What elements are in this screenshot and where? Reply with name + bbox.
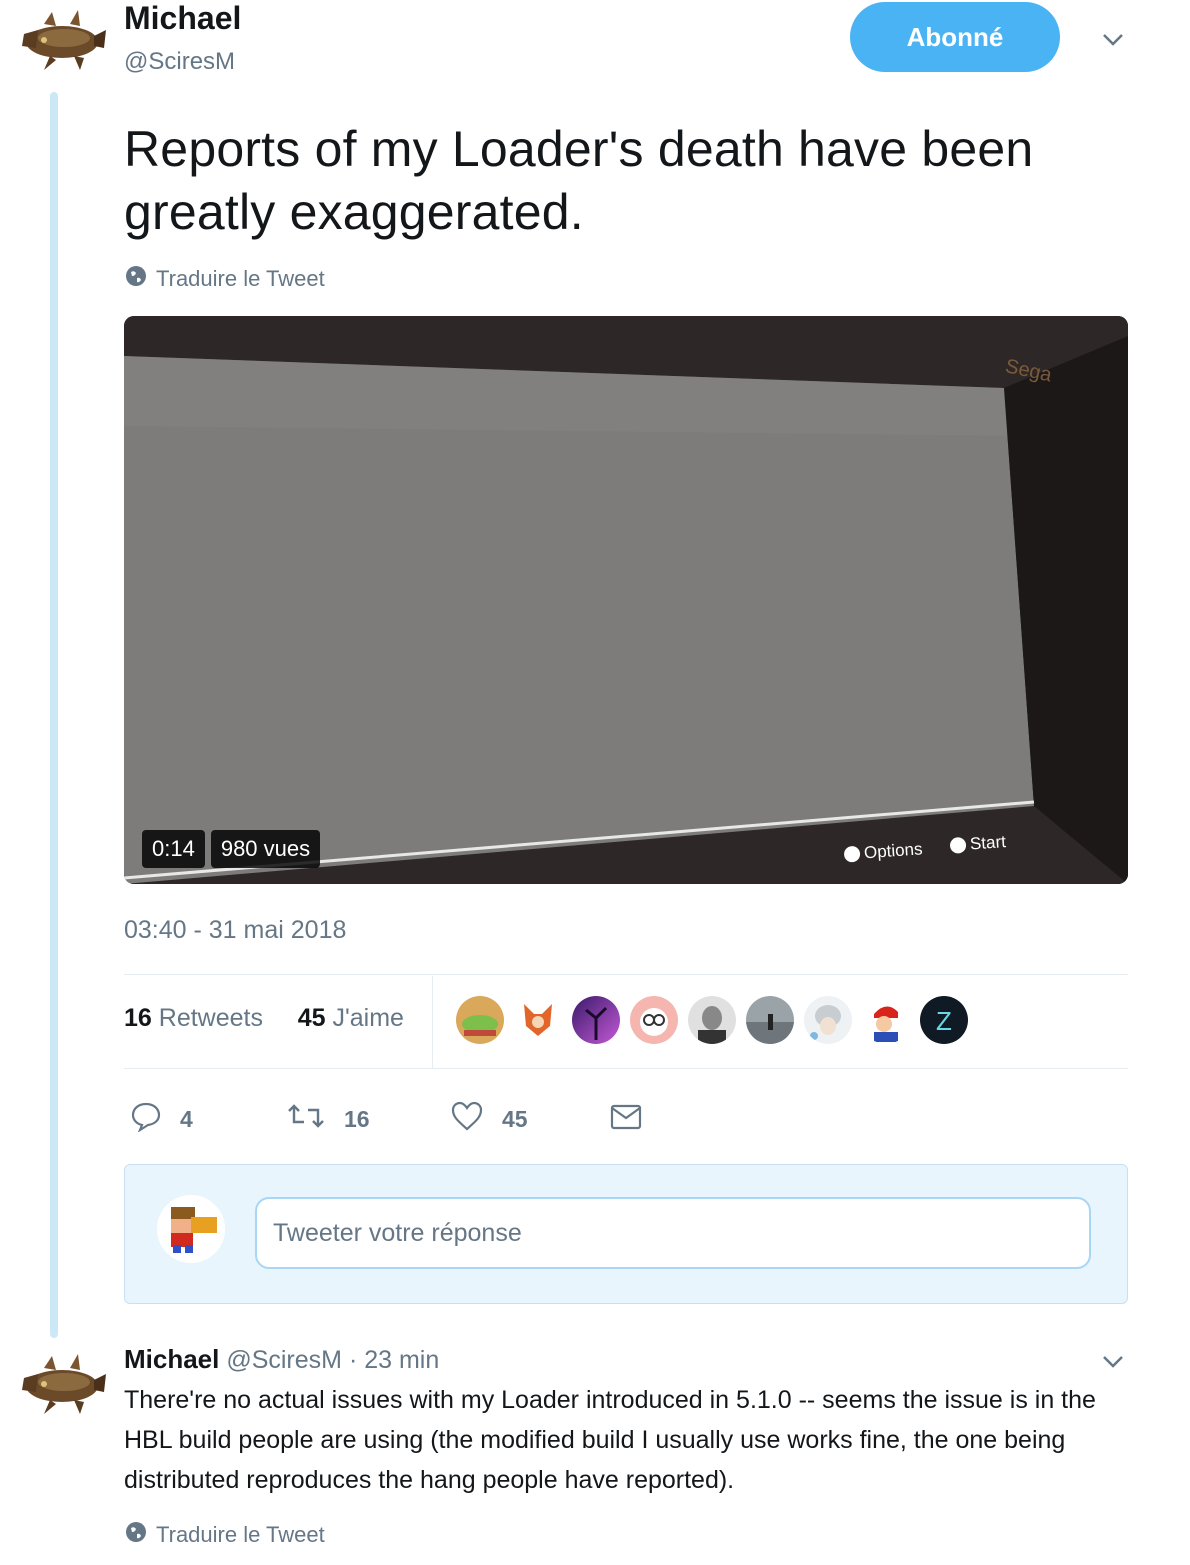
liker-avatar[interactable]: [630, 996, 678, 1044]
chevron-down-icon[interactable]: [1100, 26, 1126, 52]
divider: [124, 1068, 1128, 1069]
tweet-timestamp[interactable]: 03:40 - 31 mai 2018: [124, 916, 346, 945]
reply-placeholder: Tweeter votre réponse: [273, 1218, 522, 1247]
author-name[interactable]: Michael: [124, 0, 241, 37]
author-handle[interactable]: @SciresM: [124, 48, 235, 76]
svg-text:Z: Z: [936, 1006, 952, 1036]
reply-author-name[interactable]: Michael: [124, 1344, 219, 1374]
reply-text: There're no actual issues with my Loader…: [124, 1386, 1096, 1494]
tweet-stats: 16 Retweets 45 J'aime: [124, 1004, 404, 1033]
globe-icon: [124, 1520, 148, 1550]
reply-translate-link[interactable]: Traduire le Tweet: [124, 1520, 325, 1550]
retweet-icon: [286, 1100, 326, 1138]
reply-composer: Tweeter votre réponse: [124, 1164, 1128, 1304]
video-duration: 0:14: [142, 830, 205, 868]
liker-avatar[interactable]: Z: [920, 996, 968, 1044]
divider: [432, 976, 433, 1068]
message-icon[interactable]: [610, 1102, 642, 1137]
liker-avatar[interactable]: [746, 996, 794, 1044]
thread-line: [50, 92, 58, 1338]
reply-action[interactable]: 4: [130, 1100, 193, 1138]
liker-avatar[interactable]: [456, 996, 504, 1044]
divider: [124, 974, 1128, 975]
retweet-count: 16: [344, 1105, 370, 1132]
video-views: 980 vues: [210, 830, 321, 868]
likes-stat[interactable]: 45 J'aime: [298, 1004, 404, 1032]
liker-avatar[interactable]: [572, 996, 620, 1044]
follow-button[interactable]: Abonné: [850, 2, 1060, 72]
video-player[interactable]: Sega 0:14 980 vues Options Start: [124, 316, 1128, 884]
reply-header: Michael @SciresM · 23 min: [124, 1344, 439, 1375]
overlay-start: Start: [949, 832, 1006, 856]
like-action[interactable]: 45: [450, 1100, 528, 1138]
likers-avatars: Z: [456, 996, 968, 1044]
tweet-text: Reports of my Loader's death have been g…: [124, 121, 1034, 240]
chevron-down-icon[interactable]: [1100, 1348, 1126, 1374]
liker-avatar[interactable]: [514, 996, 562, 1044]
reply-time[interactable]: · 23 min: [349, 1346, 439, 1374]
translate-label: Traduire le Tweet: [156, 1522, 325, 1547]
heart-icon: [450, 1100, 484, 1138]
liker-avatar[interactable]: [862, 996, 910, 1044]
reply-icon: [130, 1100, 162, 1138]
retweet-action[interactable]: 16: [286, 1100, 370, 1138]
reply-author-avatar[interactable]: [14, 1348, 106, 1418]
reply-count: 4: [180, 1105, 193, 1132]
user-avatar: [157, 1195, 225, 1263]
like-count: 45: [502, 1105, 528, 1132]
translate-link[interactable]: Traduire le Tweet: [124, 264, 325, 294]
reply-author-handle[interactable]: @SciresM: [226, 1346, 342, 1374]
author-avatar[interactable]: [14, 4, 106, 74]
translate-label: Traduire le Tweet: [156, 266, 325, 291]
retweets-stat[interactable]: 16 Retweets: [124, 1004, 263, 1032]
globe-icon: [124, 264, 148, 294]
video-frame: Sega: [124, 316, 1128, 884]
reply-input[interactable]: Tweeter votre réponse: [255, 1197, 1091, 1269]
liker-avatar[interactable]: [688, 996, 736, 1044]
liker-avatar[interactable]: [804, 996, 852, 1044]
